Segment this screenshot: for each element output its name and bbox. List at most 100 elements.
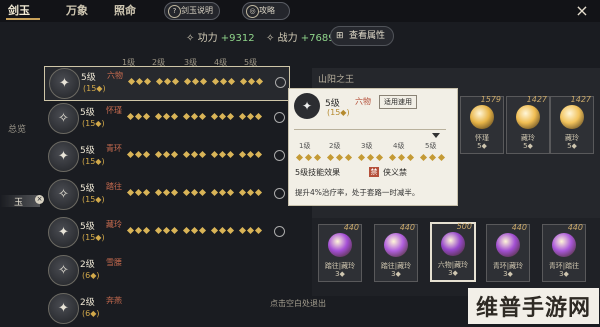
jade-medal-icon: ✦ <box>294 93 320 119</box>
jade-card[interactable]: 1427 藏玲 5◆ <box>506 95 550 154</box>
jade-row[interactable]: ✧ 5级 踏往 (15◆) <box>44 178 288 211</box>
magnify-icon[interactable] <box>274 226 285 237</box>
jade-row[interactable]: ✦ 2级 奔燕 (6◆) <box>44 292 288 325</box>
progress-dot <box>254 188 263 197</box>
progress-dot <box>191 77 200 86</box>
progress-dot <box>190 150 199 159</box>
strategy-label: 攻略 <box>259 6 275 15</box>
progress-dot <box>254 150 263 159</box>
overview-label[interactable]: 总览 <box>8 122 26 135</box>
progress-dot <box>295 153 304 162</box>
exit-hint: 点击空白处退出 <box>270 299 326 308</box>
progress-dot <box>170 112 179 121</box>
progress-dot <box>182 226 191 235</box>
progress-dot <box>190 112 199 121</box>
tab-zhaoming[interactable]: 照命 <box>114 2 136 18</box>
progress-dot <box>155 77 164 86</box>
jade-side-label[interactable]: 玉 <box>14 195 23 208</box>
progress-dot <box>162 112 171 121</box>
level-progress-dots <box>126 188 268 197</box>
magnify-icon[interactable] <box>274 188 285 199</box>
jade-row[interactable]: ✦ 5级 六物 (15◆) <box>44 66 290 101</box>
magnify-icon[interactable] <box>275 77 286 88</box>
progress-dot <box>406 153 415 162</box>
magnify-icon[interactable] <box>274 112 285 123</box>
card-count: 5◆ <box>477 142 487 150</box>
progress-dot <box>397 153 406 162</box>
jade-card[interactable]: 1427 藏玲 5◆ <box>550 95 594 154</box>
progress-dot <box>182 150 191 159</box>
card-count: 3◆ <box>559 270 569 278</box>
jade-desc-button[interactable]: ? 剑玉说明 <box>164 2 220 20</box>
jade-row[interactable]: ✧ 5级 怀瑾 (15◆) <box>44 102 288 135</box>
progress-dot <box>388 153 397 162</box>
level-progress-dots <box>126 226 268 235</box>
popup-level-3: 3级 <box>361 142 373 150</box>
progress-dot <box>210 112 219 121</box>
card-count: 3◆ <box>391 270 401 278</box>
progress-dot <box>198 150 207 159</box>
jade-medal-icon: ✦ <box>48 217 79 248</box>
scroll-icon: ⊞ <box>336 31 344 41</box>
progress-dot <box>226 150 235 159</box>
progress-dot <box>238 226 247 235</box>
progress-dot <box>183 77 192 86</box>
row-level: 2级 <box>80 298 95 308</box>
magnify-icon[interactable] <box>274 150 285 161</box>
progress-dot <box>182 188 191 197</box>
progress-dot <box>238 112 247 121</box>
view-attributes-button[interactable]: ⊞ 查看属性 <box>330 26 395 46</box>
progress-dot <box>218 150 227 159</box>
progress-dot <box>226 112 235 121</box>
progress-dot <box>218 188 227 197</box>
jade-card[interactable]: 440 踏往|藏玲 3◆ <box>374 223 418 282</box>
tab-wanxiang[interactable]: 万象 <box>66 2 88 18</box>
progress-dot <box>210 226 219 235</box>
progress-dot <box>239 77 248 86</box>
info-icon: ? <box>168 5 181 18</box>
card-count: 3◆ <box>335 270 345 278</box>
strategy-button[interactable]: ◎ 攻略 <box>242 2 290 20</box>
card-count: 5◆ <box>567 142 577 150</box>
progress-dot <box>134 188 143 197</box>
row-name: 雪腰 <box>106 258 122 267</box>
combat-stat: ✧ 战力 +7689 <box>266 29 335 44</box>
view-attributes-label: 查看属性 <box>349 31 386 41</box>
jade-row[interactable]: ✧ 2级 雪腰 (6◆) <box>44 254 288 287</box>
progress-dot <box>162 226 171 235</box>
progress-dot <box>126 188 135 197</box>
card-score: 1427 <box>526 95 547 104</box>
popup-level-1: 1级 <box>299 142 311 150</box>
row-points: (15◆) <box>82 233 105 242</box>
row-level: 5级 <box>81 73 96 83</box>
progress-dot <box>126 150 135 159</box>
progress-dot <box>254 226 263 235</box>
popup-apply-button[interactable]: 适用速用 <box>379 95 417 109</box>
top-bar <box>0 0 600 22</box>
jade-detail-popup: ✦ 5级 六物 适用速用 (15◆) 1级 2级 3级 4级 5级 5级技能效果… <box>288 88 458 206</box>
row-points: (15◆) <box>83 84 106 93</box>
remove-icon[interactable]: × <box>35 195 44 204</box>
tab-jade[interactable]: 剑玉 <box>8 2 30 18</box>
progress-dot <box>219 77 228 86</box>
jade-row[interactable]: ✦ 5级 藏玲 (15◆) <box>44 216 288 249</box>
power-value: +9312 <box>220 33 255 44</box>
progress-dot <box>154 226 163 235</box>
progress-dot <box>170 188 179 197</box>
progress-dot <box>198 226 207 235</box>
row-name: 青环 <box>106 144 122 153</box>
gem-icon <box>470 105 494 129</box>
progress-dot <box>142 112 151 121</box>
jade-card[interactable]: 440 踏往|藏玲 3◆ <box>318 223 362 282</box>
progress-dot <box>218 226 227 235</box>
jade-card[interactable]: 1579 怀瑾 5◆ <box>460 95 504 154</box>
close-button[interactable]: × <box>571 0 593 22</box>
jade-card[interactable]: 440 青环|藏玲 3◆ <box>486 223 530 282</box>
jade-card[interactable]: 440 青环|踏往 3◆ <box>542 223 586 282</box>
jade-medal-icon: ✧ <box>48 255 79 286</box>
jade-row[interactable]: ✦ 5级 青环 (15◆) <box>44 140 288 173</box>
jade-card-selected[interactable]: 500 六物|藏玲 3◆ <box>430 222 476 282</box>
popup-description: 提升4%治疗率，处于套路一时减半。 <box>295 188 420 197</box>
card-score: 500 <box>456 222 472 231</box>
popup-name: 六物 <box>355 97 371 106</box>
